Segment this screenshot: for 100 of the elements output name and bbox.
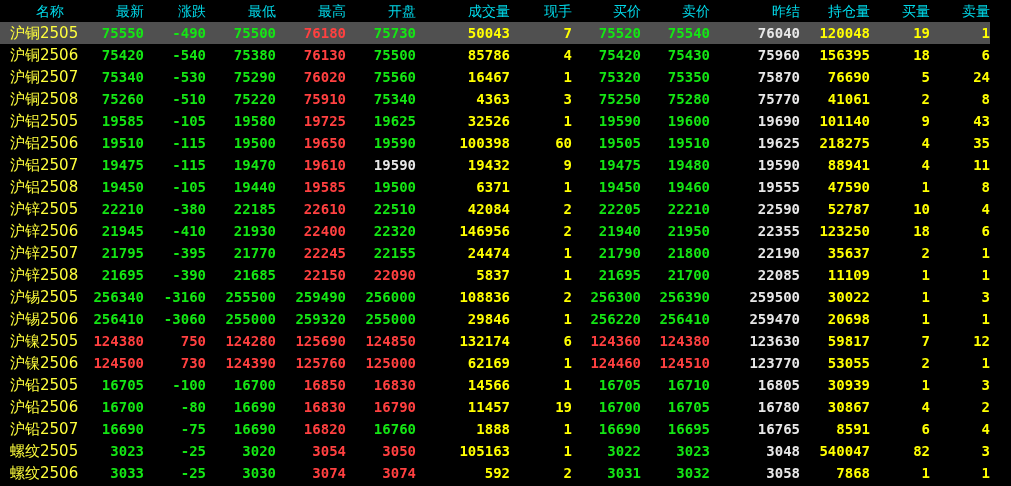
table-cell-text: -540 [172,46,206,65]
column-header[interactable]: 最高 [318,1,346,21]
contract-name: 沪锌2506 [9,221,79,241]
table-cell-text: 105163 [459,442,510,461]
table-cell-text: 75520 [598,24,641,43]
table-cell-text: 3 [981,288,990,307]
table-cell-text: 16780 [757,398,800,417]
table-cell-text: 3031 [607,464,641,483]
table-cell-text: 22085 [757,266,800,285]
column-header[interactable]: 卖价 [682,1,710,21]
column-header[interactable]: 名称 [16,1,64,21]
table-cell-text: 1 [563,244,572,263]
table-cell-text: 123770 [749,354,800,373]
table-cell-text: 11109 [827,266,870,285]
table-cell-text: 35 [973,134,990,153]
table-cell-text: 19432 [467,156,510,175]
column-header[interactable]: 最新 [116,1,144,21]
table-cell-text: 76130 [303,46,346,65]
table-cell-text: 22590 [757,200,800,219]
table-cell-text: 3050 [382,442,416,461]
table-cell-text: 1 [921,266,930,285]
table-cell-text: 19590 [598,112,641,131]
table-cell-text: 124500 [93,354,144,373]
table-cell-text: 3030 [242,464,276,483]
table-cell-text: -105 [172,178,206,197]
table-cell-text: 75260 [101,90,144,109]
table-cell-text: 19555 [757,178,800,197]
column-header[interactable]: 开盘 [388,1,416,21]
table-cell-text: 4 [981,200,990,219]
table-cell-text: 125760 [295,354,346,373]
table-cell-text: 255000 [365,310,416,329]
table-cell-text: 22210 [667,200,710,219]
column-header[interactable]: 现手 [544,1,572,21]
table-cell-text: 76040 [757,24,800,43]
table-cell-text: 3020 [242,442,276,461]
table-cell-text: 9 [563,156,572,175]
table-cell-text: 16705 [667,398,710,417]
table-cell-text: 76180 [303,24,346,43]
column-header[interactable]: 买量 [902,1,930,21]
table-cell-text: 19725 [303,112,346,131]
table-cell-text: 259470 [749,310,800,329]
table-cell-text: 8591 [836,420,870,439]
table-cell-text: 124510 [659,354,710,373]
table-cell-text: 75420 [101,46,144,65]
table-cell-text: 540047 [819,442,870,461]
table-cell-text: 22510 [373,200,416,219]
table-cell-text: -25 [180,464,206,483]
column-header[interactable]: 持仓量 [828,1,870,21]
table-cell-text: 19450 [101,178,144,197]
table-cell-text: 88941 [827,156,870,175]
table-cell-text: 75250 [598,90,641,109]
column-header[interactable]: 买价 [613,1,641,21]
table-cell-text: 75500 [233,24,276,43]
table-cell-text: 256410 [659,310,710,329]
column-header[interactable]: 涨跌 [178,1,206,21]
table-cell-text: 2 [563,464,572,483]
table-cell-text: 19580 [233,112,276,131]
table-cell-text: 255500 [225,288,276,307]
table-cell-text: 21950 [667,222,710,241]
table-cell-text: 30939 [827,376,870,395]
table-cell-text: 21795 [101,244,144,263]
table-cell-text: 75770 [757,90,800,109]
table-cell-text: 1 [981,354,990,373]
table-cell-text: 2 [921,244,930,263]
table-cell-text: 19510 [667,134,710,153]
table-cell-text: 1 [921,288,930,307]
table-cell-text: 30022 [827,288,870,307]
table-cell-text: 16690 [101,420,144,439]
table-cell-text: 22185 [233,200,276,219]
table-cell-text: 19590 [373,156,416,175]
table-cell-text: 1 [981,310,990,329]
table-cell-text: -105 [172,112,206,131]
table-cell-text: 76690 [827,68,870,87]
contract-name: 沪锌2508 [9,265,79,285]
table-cell-text: 62169 [467,354,510,373]
table-cell-text: -530 [172,68,206,87]
table-cell-text: 50043 [467,24,510,43]
column-header[interactable]: 昨结 [772,1,800,21]
table-cell-text: 85786 [467,46,510,65]
table-cell-text: 2 [563,200,572,219]
table-cell-text: 19 [913,24,930,43]
table-cell-text: 12 [973,332,990,351]
table-cell-text: 7868 [836,464,870,483]
table-cell-text: 2 [981,398,990,417]
table-cell-text: 22155 [373,244,416,263]
table-cell-text: 3054 [312,442,346,461]
table-cell-text: 14566 [467,376,510,395]
table-cell-text: 22355 [757,222,800,241]
table-cell-text: 10 [913,200,930,219]
table-cell-text: 16830 [373,376,416,395]
contract-name: 沪铅2506 [9,397,79,417]
column-header[interactable]: 卖量 [962,1,990,21]
table-cell-text: 256410 [93,310,144,329]
column-header[interactable]: 最低 [248,1,276,21]
table-cell-text: 75560 [373,68,416,87]
column-header[interactable]: 成交量 [468,1,510,21]
table-cell-text: 22205 [598,200,641,219]
table-cell-text: 255000 [225,310,276,329]
selected-row[interactable]: 沪铜2505 75550 -490 75500 76180 75730 50043 7 75520 75540 76040 120048 19 1 [0,22,990,44]
table-cell-text: 19610 [303,156,346,175]
